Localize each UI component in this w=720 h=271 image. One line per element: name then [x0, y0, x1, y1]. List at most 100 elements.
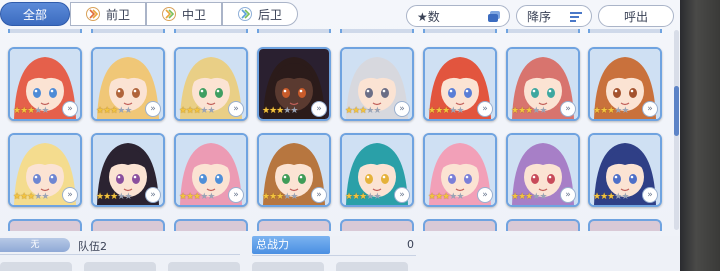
star-icon: ★ — [539, 192, 547, 202]
rank-badge-icon: » — [642, 187, 658, 203]
character-card[interactable] — [423, 29, 497, 33]
party-slot[interactable] — [252, 262, 324, 271]
star-rating: ★★★★★ — [179, 106, 215, 116]
party-slot[interactable] — [336, 262, 408, 271]
character-card[interactable]: ★★★★★ » — [423, 133, 497, 207]
star-icon: ★ — [207, 106, 215, 116]
front-position-icon — [85, 7, 100, 21]
character-card[interactable]: ★★★★★ » — [340, 133, 414, 207]
tab-all[interactable]: 全部 — [0, 2, 70, 26]
sort-order-button[interactable]: 降序 — [516, 5, 592, 27]
star-rating: ★★★★★ — [13, 107, 49, 116]
character-card[interactable]: ★★★★★ » — [506, 133, 580, 207]
rank-badge-icon: » — [642, 101, 658, 117]
rank-badge-icon: » — [228, 187, 244, 203]
character-card[interactable] — [91, 29, 165, 33]
character-card[interactable] — [174, 219, 248, 231]
star-rating: ★★★★★ — [428, 192, 464, 202]
rank-badge-icon: » — [477, 101, 493, 117]
divider — [252, 255, 416, 256]
character-card[interactable]: ★★★★★ » — [8, 47, 82, 121]
party-slot[interactable] — [0, 262, 72, 271]
total-power-label: 总战力 — [252, 236, 330, 254]
team-tag: 无 — [0, 238, 70, 252]
scrollbar-thumb[interactable] — [674, 86, 679, 136]
character-card[interactable] — [340, 29, 414, 33]
character-card[interactable] — [8, 29, 82, 33]
back-position-icon — [237, 7, 252, 21]
character-card[interactable]: ★★★★★ » — [8, 133, 82, 207]
character-card[interactable] — [506, 29, 580, 33]
star-icon: ★ — [539, 106, 547, 116]
character-card[interactable]: ★★★★★ » — [257, 133, 331, 207]
middle-position-icon — [161, 7, 176, 21]
star-icon: ★ — [124, 106, 132, 116]
character-card[interactable] — [340, 219, 414, 231]
rank-badge-icon: » — [311, 101, 327, 117]
character-card[interactable]: ★★★★★ » — [423, 47, 497, 121]
star-rating: ★★★★★ — [96, 106, 132, 116]
character-card[interactable]: ★★★★★ » — [91, 133, 165, 207]
filter-bar: 全部 前卫 中卫 后卫 ★数 降序 呼出 — [0, 2, 680, 27]
rank-badge-icon: » — [394, 187, 410, 203]
star-rating: ★★★★★ — [96, 192, 132, 202]
character-card[interactable]: ★★★★★ » — [174, 133, 248, 207]
star-rating: ★★★★★ — [345, 192, 381, 202]
character-card[interactable]: ★★★★★ » — [506, 47, 580, 121]
rank-badge-icon: » — [311, 187, 327, 203]
character-select-panel: 全部 前卫 中卫 后卫 ★数 降序 呼出 ★★★★★ » ★★★★★ » ★★★… — [0, 0, 680, 271]
tab-back-label: 后卫 — [257, 7, 282, 22]
character-card[interactable]: ★★★★★ » — [340, 47, 414, 121]
rank-badge-icon: » — [145, 187, 161, 203]
rank-badge-icon: » — [560, 101, 576, 117]
star-icon: ★ — [41, 192, 49, 202]
character-card[interactable] — [257, 219, 331, 231]
rank-badge-icon: » — [477, 187, 493, 203]
character-card[interactable] — [423, 219, 497, 231]
call-button-label: 呼出 — [623, 9, 648, 24]
star-icon: ★ — [621, 106, 629, 116]
character-card[interactable] — [588, 219, 662, 231]
star-rating: ★★★★★ — [511, 106, 547, 116]
star-icon: ★ — [290, 106, 298, 116]
rank-badge-icon: » — [228, 101, 244, 117]
tab-middle-label: 中卫 — [181, 7, 206, 22]
star-icon: ★ — [373, 106, 381, 116]
star-icon: ★ — [124, 192, 132, 202]
character-card[interactable] — [174, 29, 248, 33]
star-rating: ★★★★★ — [593, 192, 629, 202]
team-name[interactable]: 队伍2 — [78, 238, 107, 254]
star-icon: ★ — [456, 192, 464, 202]
character-card[interactable] — [91, 219, 165, 231]
tab-front[interactable]: 前卫 — [70, 2, 146, 26]
character-card[interactable]: ★★★★★ » — [588, 133, 662, 207]
party-slot[interactable] — [84, 262, 156, 271]
sort-order-label: 降序 — [527, 9, 552, 24]
character-card[interactable] — [257, 29, 331, 33]
character-card[interactable]: ★★★★★ » — [257, 47, 331, 121]
character-card[interactable] — [506, 219, 580, 231]
star-rating: ★★★★★ — [262, 192, 298, 202]
character-card[interactable] — [588, 29, 662, 33]
character-card[interactable]: ★★★★★ » — [91, 47, 165, 121]
star-icon: ★ — [621, 192, 629, 202]
star-rating: ★★★★★ — [428, 107, 464, 116]
party-slot[interactable] — [168, 262, 240, 271]
tab-back[interactable]: 后卫 — [222, 2, 298, 26]
screen-bezel — [680, 0, 720, 271]
dropdown-icon — [488, 11, 500, 22]
call-button[interactable]: 呼出 — [598, 5, 674, 27]
sort-field-button[interactable]: ★数 — [406, 5, 510, 27]
star-icon: ★ — [290, 192, 298, 202]
character-card[interactable] — [8, 219, 82, 231]
character-grid: ★★★★★» ★★★★★» ★★★★★» ★★★★★» ★★★★★ » ★★★★… — [0, 29, 672, 234]
star-rating: ★★★★★ — [262, 106, 298, 116]
character-card[interactable]: ★★★★★ » — [174, 47, 248, 121]
tab-all-label: 全部 — [22, 7, 47, 22]
sort-descending-icon — [570, 12, 582, 22]
character-card[interactable]: ★★★★★ » — [588, 47, 662, 121]
tab-middle[interactable]: 中卫 — [146, 2, 222, 26]
total-power-value: 0 — [407, 238, 414, 251]
star-icon: ★ — [373, 192, 381, 202]
star-rating: ★★★★★ — [345, 106, 381, 116]
